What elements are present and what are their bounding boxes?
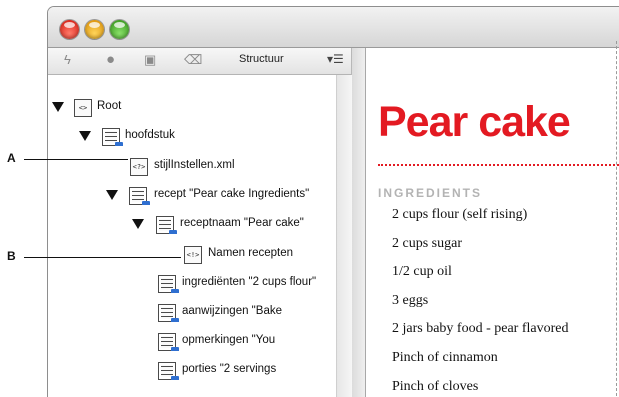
structure-window: ϟ ● ▣ ⌫ Structuur ▾☰ <> Root hoofdstuk <… <box>47 6 619 397</box>
element-icon <box>158 304 179 322</box>
page-edge-guide <box>616 41 617 396</box>
tree-label: ingrediënten "2 cups flour" <box>182 276 317 288</box>
tree-label: hoofdstuk <box>125 129 175 141</box>
vertical-scrollbar[interactable] <box>336 75 352 397</box>
tree-node-porties[interactable]: porties "2 servings <box>158 362 336 380</box>
tree-label: recept "Pear cake Ingredients" <box>154 188 310 200</box>
ingredient-item: 2 jars baby food - pear flavored <box>392 321 569 336</box>
tree-label: Namen recepten <box>208 247 294 259</box>
element-icon <box>158 362 179 380</box>
dot-icon[interactable]: ● <box>106 52 115 68</box>
ingredient-item: 2 cups flour (self rising) <box>392 207 528 222</box>
disclosure-triangle-icon[interactable] <box>79 131 91 141</box>
disclosure-triangle-icon[interactable] <box>106 190 118 200</box>
ingredient-item: Pinch of cinnamon <box>392 350 498 365</box>
splitter[interactable] <box>352 48 366 397</box>
tree-node-hoofdstuk[interactable]: hoofdstuk <box>79 128 336 146</box>
ingredient-item: 1/2 cup oil <box>392 264 452 279</box>
tree-label: stijlInstellen.xml <box>154 159 235 171</box>
disclosure-triangle-icon[interactable] <box>132 219 144 229</box>
element-icon <box>102 128 123 146</box>
callout-b-label: B <box>7 249 16 263</box>
tree-label: receptnaam "Pear cake" <box>180 217 304 229</box>
close-button[interactable] <box>60 20 79 39</box>
panel-title: Structuur <box>239 53 284 65</box>
tree-node-stijlinstellen[interactable]: <?> stijlInstellen.xml <box>130 158 336 176</box>
callout-a-line <box>24 159 128 160</box>
callout-b-line <box>24 257 181 258</box>
disclosure-triangle-icon[interactable] <box>52 102 64 112</box>
tree-node-namen-recepten[interactable]: <!> Namen recepten <box>184 246 336 264</box>
minimize-button[interactable] <box>85 20 104 39</box>
tree-label: aanwijzingen "Bake <box>182 305 282 317</box>
callout-a-label: A <box>7 151 16 165</box>
tree-node-ingredienten[interactable]: ingrediënten "2 cups flour" <box>158 275 336 293</box>
ingredient-item: 2 cups sugar <box>392 236 462 251</box>
structure-toolbar: ϟ ● ▣ ⌫ Structuur ▾☰ <box>48 48 351 75</box>
zoom-button[interactable] <box>110 20 129 39</box>
title-bar <box>48 7 619 48</box>
section-heading: INGREDIENTS <box>378 186 483 200</box>
tree-label: Root <box>97 100 122 112</box>
tree-node-recept[interactable]: recept "Pear cake Ingredients" <box>106 187 336 205</box>
ingredient-item: Pinch of cloves <box>392 379 479 394</box>
comment-icon: <!> <box>184 246 202 264</box>
element-icon <box>156 216 177 234</box>
document-view: Pear cake INGREDIENTS 2 cups flour (self… <box>366 48 619 397</box>
trash-icon[interactable]: ⌫ <box>184 52 202 68</box>
square-icon[interactable]: ▣ <box>144 52 156 68</box>
panel-menu-icon[interactable]: ▾☰ <box>327 52 344 66</box>
processing-instruction-icon: <?> <box>130 158 148 176</box>
title-divider <box>378 164 619 166</box>
lightning-icon[interactable]: ϟ <box>64 52 71 68</box>
tree-label: opmerkingen "You <box>182 334 276 346</box>
tree-node-opmerkingen[interactable]: opmerkingen "You <box>158 333 336 351</box>
tree-label: porties "2 servings <box>182 363 277 375</box>
xml-root-icon: <> <box>74 99 92 117</box>
tree-node-aanwijzingen[interactable]: aanwijzingen "Bake <box>158 304 336 322</box>
tree-node-root[interactable]: <> Root <box>52 99 336 117</box>
element-icon <box>158 333 179 351</box>
recipe-title: Pear cake <box>378 98 571 146</box>
tree-node-receptnaam[interactable]: receptnaam "Pear cake" <box>132 216 336 234</box>
ingredient-item: 3 eggs <box>392 293 429 308</box>
element-icon <box>158 275 179 293</box>
structure-panel: ϟ ● ▣ ⌫ Structuur ▾☰ <> Root hoofdstuk <… <box>48 48 352 397</box>
element-icon <box>129 187 150 205</box>
